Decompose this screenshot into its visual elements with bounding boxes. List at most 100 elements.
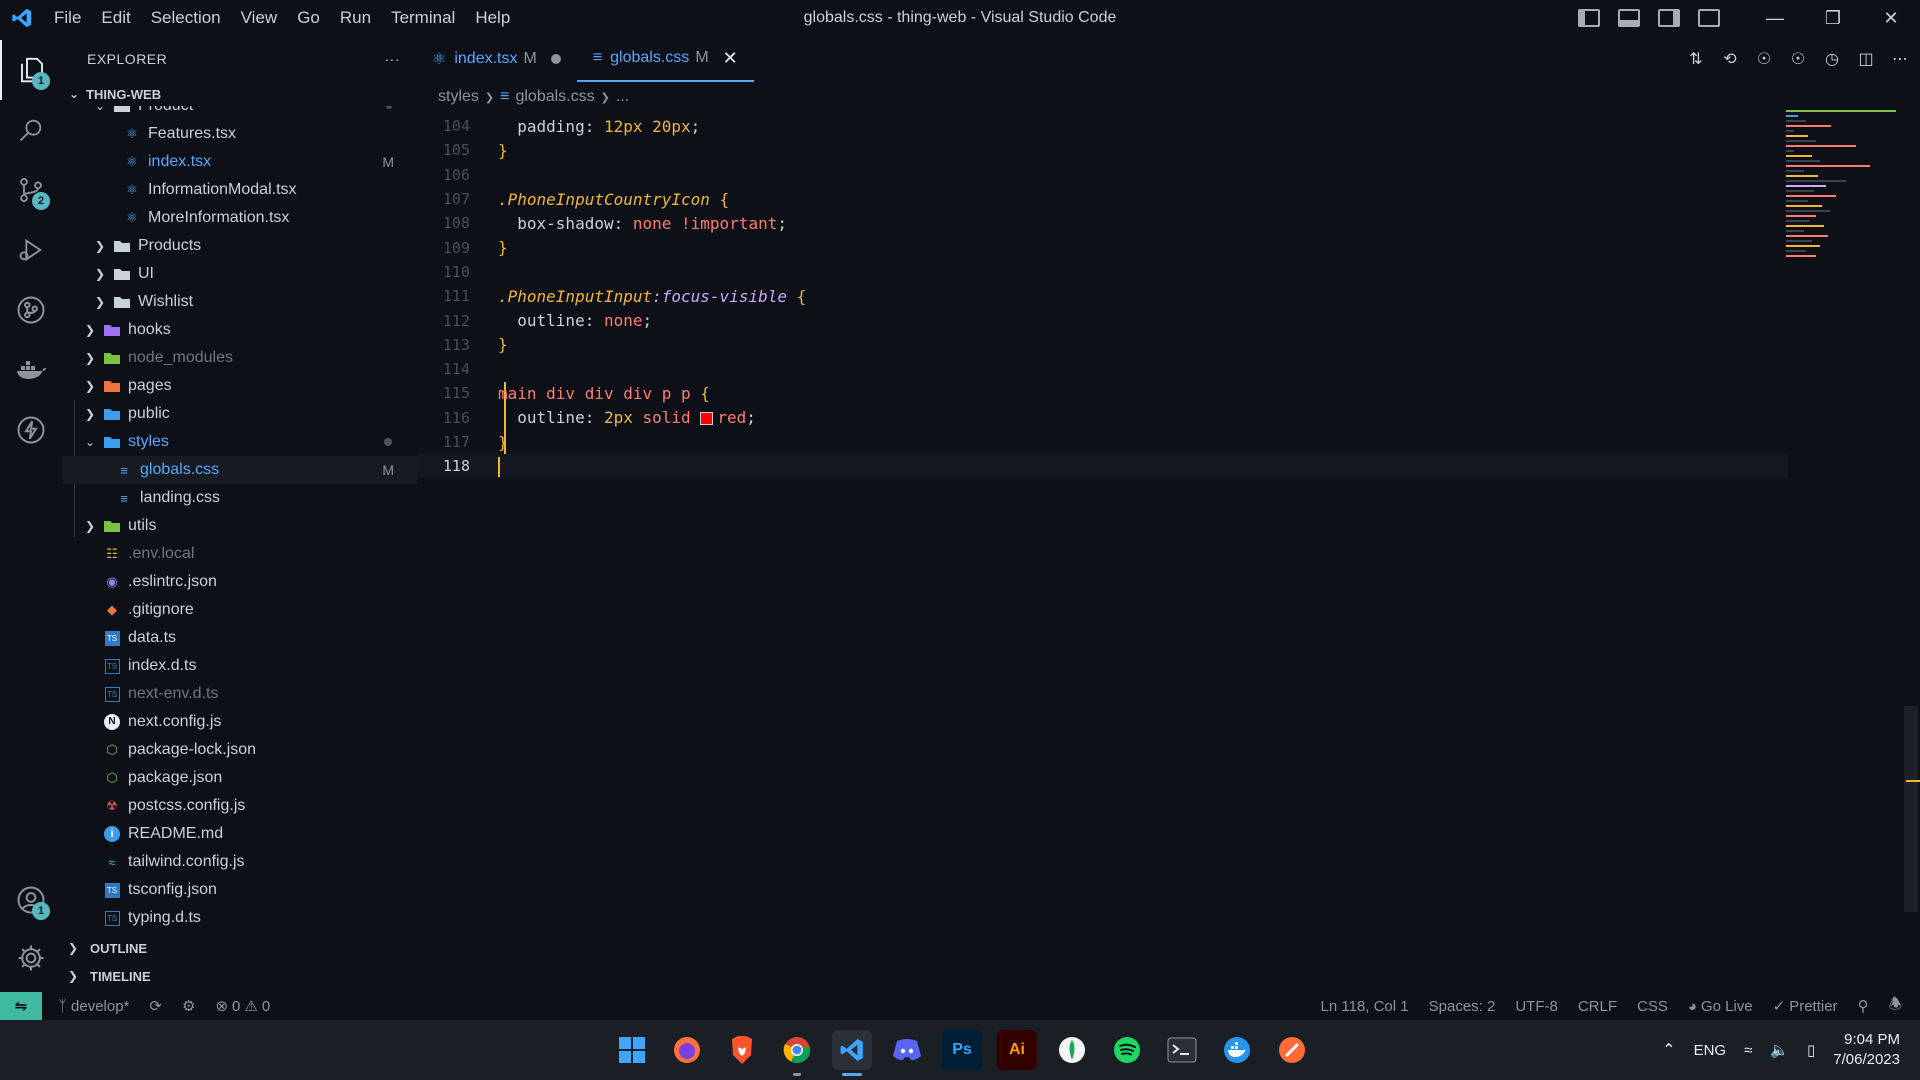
volume-icon[interactable]: 🔈 — [1770, 1041, 1789, 1059]
tree-item[interactable]: ⚛ index.tsx M — [62, 148, 418, 176]
language-mode[interactable]: CSS — [1627, 998, 1678, 1015]
more-actions-icon[interactable]: ⋯ — [1890, 49, 1910, 69]
tree-item[interactable]: TS typing.d.ts — [62, 904, 418, 932]
thunder-client-icon[interactable] — [0, 400, 62, 460]
windows-start-icon[interactable] — [612, 1030, 652, 1070]
minimize-button[interactable]: — — [1746, 0, 1804, 36]
indentation[interactable]: Spaces: 2 — [1419, 998, 1506, 1015]
tree-item[interactable]: ❯ UI — [62, 260, 418, 288]
problems-status[interactable]: ⊗ 0 ⚠ 0 — [205, 997, 280, 1016]
menu-go[interactable]: Go — [287, 0, 330, 36]
tree-item[interactable]: ⚛ InformationModal.tsx — [62, 176, 418, 204]
tree-item[interactable]: ❯ hooks — [62, 316, 418, 344]
tab-globals-css[interactable]: ≡ globals.css M ✕ — [576, 36, 754, 82]
illustrator-icon[interactable]: Ai — [997, 1030, 1037, 1070]
restore-button[interactable]: ❐ — [1804, 0, 1862, 36]
run-debug-icon[interactable] — [0, 220, 62, 280]
language-indicator[interactable]: ENG — [1694, 1042, 1727, 1059]
docker-desktop-icon[interactable] — [1217, 1030, 1257, 1070]
menu-file[interactable]: File — [44, 0, 91, 36]
close-window-button[interactable]: ✕ — [1862, 0, 1920, 36]
tree-item[interactable]: ❯ Products — [62, 232, 418, 260]
wifi-icon[interactable]: ≈ — [1744, 1042, 1752, 1059]
split-editor-icon[interactable]: ◫ — [1856, 49, 1876, 69]
vscode-taskbar-icon[interactable] — [832, 1030, 872, 1076]
code-editor[interactable]: 104 padding: 12px 20px; 105} 106 107 .Pho… — [418, 114, 1788, 479]
brave-icon[interactable] — [722, 1030, 762, 1070]
tree-item[interactable]: TS next-env.d.ts — [62, 680, 418, 708]
terminal-icon[interactable] — [1162, 1030, 1202, 1070]
tree-item[interactable]: ⚛ MoreInformation.tsx — [62, 204, 418, 232]
tree-item[interactable]: TS index.d.ts — [62, 652, 418, 680]
menu-selection[interactable]: Selection — [141, 0, 231, 36]
tree-item[interactable]: i README.md — [62, 820, 418, 848]
vertical-scrollbar[interactable] — [1904, 706, 1918, 912]
tree-folder-product[interactable]: ⌄ Product — [62, 106, 418, 120]
tree-item[interactable]: ❯ public — [62, 400, 418, 428]
more-actions-icon[interactable]: ··· — [385, 51, 401, 67]
docker-icon[interactable] — [0, 340, 62, 400]
tree-item[interactable]: ⚛ Features.tsx — [62, 120, 418, 148]
manage-gear-icon[interactable] — [0, 928, 62, 988]
end-of-line[interactable]: CRLF — [1568, 998, 1627, 1015]
timeline-icon[interactable]: ◷ — [1822, 49, 1842, 69]
cursor-position[interactable]: Ln 118, Col 1 — [1311, 998, 1419, 1015]
battery-icon[interactable]: ▯ — [1807, 1041, 1815, 1059]
search-icon[interactable] — [0, 100, 62, 160]
tab-index-tsx[interactable]: ⚛ index.tsx M — [418, 36, 577, 82]
tree-item[interactable]: ☷ .env.local — [62, 540, 418, 568]
outline-section[interactable]: ❯ OUTLINE — [62, 934, 418, 962]
firefox-icon[interactable] — [667, 1030, 707, 1070]
git-graph-status-icon[interactable]: ⚙ — [172, 997, 205, 1015]
unsaved-dot[interactable] — [550, 54, 561, 64]
mongodb-compass-icon[interactable] — [1052, 1030, 1092, 1070]
customize-layout-icon[interactable] — [1698, 9, 1720, 27]
explorer-icon[interactable]: 1 — [0, 40, 62, 100]
git-forward-icon[interactable]: ☉ — [1788, 49, 1808, 69]
discord-icon[interactable] — [887, 1030, 927, 1070]
tree-item[interactable]: ⬡ package-lock.json — [62, 736, 418, 764]
menu-help[interactable]: Help — [465, 0, 520, 36]
tree-item[interactable]: ❯ utils — [62, 512, 418, 540]
color-swatch[interactable] — [700, 412, 714, 426]
sync-icon[interactable]: ⟳ — [139, 997, 172, 1015]
breadcrumb-folder[interactable]: styles — [438, 88, 479, 106]
go-live-button[interactable]: ◕ Go Live — [1678, 998, 1763, 1015]
git-graph-icon[interactable] — [0, 280, 62, 340]
tree-item[interactable]: ❯ pages — [62, 372, 418, 400]
close-tab-icon[interactable]: ✕ — [723, 48, 738, 69]
notifications-bell-icon[interactable]: 🕭 — [1879, 994, 1912, 1019]
remote-indicator-icon[interactable]: ⇋ — [0, 992, 42, 1020]
minimap[interactable] — [1786, 110, 1906, 350]
toggle-secondary-sidebar-icon[interactable] — [1658, 9, 1680, 27]
encoding[interactable]: UTF-8 — [1505, 998, 1568, 1015]
workspace-root[interactable]: ⌄ THING-WEB — [62, 82, 418, 106]
outline-header[interactable]: ❯ OUTLINE — [62, 934, 418, 962]
tree-item[interactable]: ❯ node_modules — [62, 344, 418, 372]
tree-item[interactable]: ≡ landing.css — [62, 484, 418, 512]
toggle-primary-sidebar-icon[interactable] — [1578, 9, 1600, 27]
menu-terminal[interactable]: Terminal — [381, 0, 465, 36]
git-commit-icon[interactable]: ☉ — [1754, 49, 1774, 69]
tree-item[interactable]: TS data.ts — [62, 624, 418, 652]
timeline-header[interactable]: ❯ TIMELINE — [62, 962, 418, 990]
menu-edit[interactable]: Edit — [91, 0, 140, 36]
prettier-status[interactable]: ✓ Prettier — [1763, 997, 1848, 1016]
accounts-icon[interactable]: 1 — [0, 870, 62, 930]
tree-item[interactable]: TS tsconfig.json — [62, 876, 418, 904]
go-back-icon[interactable]: ⟲ — [1720, 49, 1740, 69]
tree-item[interactable]: ☢ postcss.config.js — [62, 792, 418, 820]
tree-item[interactable]: ≈ tailwind.config.js — [62, 848, 418, 876]
menu-run[interactable]: Run — [330, 0, 381, 36]
source-control-icon[interactable]: 2 — [0, 160, 62, 220]
spotify-icon[interactable] — [1107, 1030, 1147, 1070]
timeline-section[interactable]: ❯ TIMELINE — [62, 962, 418, 990]
chrome-icon[interactable] — [777, 1030, 817, 1076]
tree-item[interactable]: ⬡ package.json — [62, 764, 418, 792]
tree-item-selected[interactable]: ≡ globals.css M — [62, 456, 418, 484]
breadcrumb-symbol[interactable]: ... — [616, 88, 629, 106]
menu-view[interactable]: View — [231, 0, 288, 36]
tree-item[interactable]: ◉ .eslintrc.json — [62, 568, 418, 596]
compare-changes-icon[interactable]: ⇅ — [1686, 49, 1706, 69]
tree-item[interactable]: ◆ .gitignore — [62, 596, 418, 624]
